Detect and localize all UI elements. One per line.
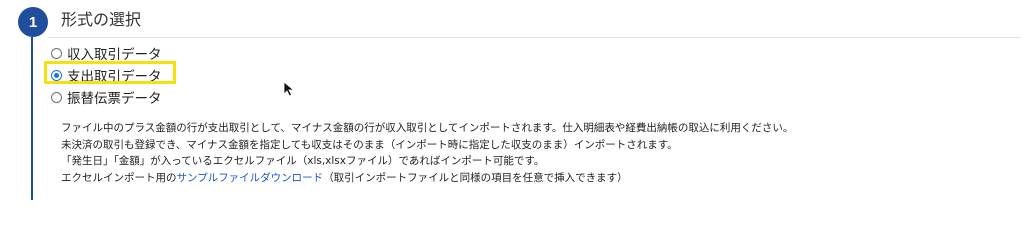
description-line-4-prefix: エクセルインポート用の: [61, 171, 177, 184]
sample-file-download-link[interactable]: サンプルファイルダウンロード: [177, 172, 324, 184]
radio-label-transfer[interactable]: 振替伝票データ: [67, 87, 162, 107]
mouse-pointer-icon: [283, 81, 295, 97]
step-number-badge: 1: [18, 7, 48, 37]
step-side-line: [31, 37, 33, 200]
radio-button-income[interactable]: [51, 47, 62, 59]
description-line-2: 未決済の取引も登録でき、マイナス金額を指定しても収支はそのまま（インポート時に指…: [61, 138, 678, 151]
radio-button-expense[interactable]: [51, 69, 62, 81]
description-line-4: エクセルインポート用のサンプルファイルダウンロード（取引インポートファイルと同様…: [61, 170, 793, 187]
description-line-1: ファイル中のプラス金額の行が支出取引として、マイナス金額の行が収入取引としてイン…: [61, 122, 794, 134]
header-divider: [48, 37, 1021, 38]
import-format-section: 1 形式の選択 収入取引データ 支出取引データ 振替伝票データ ファイル中のプラ…: [0, 0, 1035, 200]
radio-label-expense[interactable]: 支出取引データ: [67, 65, 162, 85]
step-title: 形式の選択: [61, 10, 142, 29]
radio-option-expense[interactable]: 支出取引データ: [51, 64, 162, 86]
description-line-3: 「発生日」「金額」が入っているエクセルファイル（xls,xlsxファイル）であれ…: [61, 155, 545, 167]
step-number: 1: [28, 13, 38, 31]
radio-button-transfer[interactable]: [51, 91, 62, 103]
format-radio-group: 収入取引データ 支出取引データ 振替伝票データ: [51, 42, 162, 108]
format-description: ファイル中のプラス金額の行が支出取引として、マイナス金額の行が収入取引としてイン…: [61, 120, 793, 186]
radio-option-transfer[interactable]: 振替伝票データ: [51, 86, 162, 108]
radio-option-income[interactable]: 収入取引データ: [51, 42, 162, 64]
radio-label-income[interactable]: 収入取引データ: [67, 43, 162, 63]
description-line-4-suffix: （取引インポートファイルと同様の項目を任意で挿入できます）: [323, 171, 628, 184]
